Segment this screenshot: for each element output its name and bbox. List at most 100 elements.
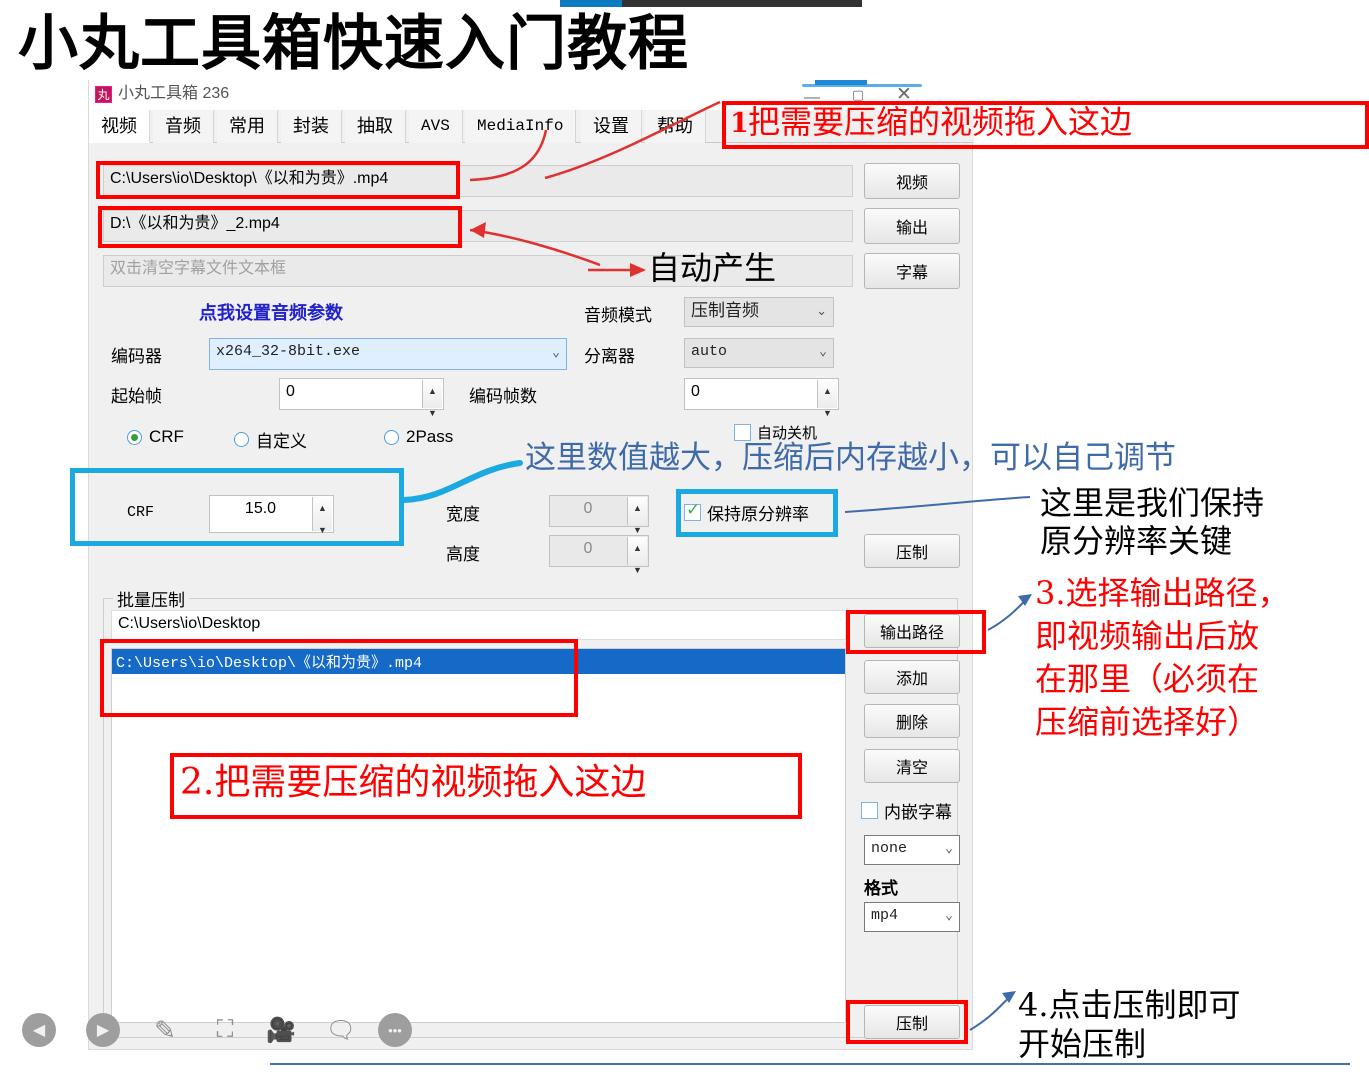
clear-button[interactable]: 清空	[864, 749, 960, 783]
embed-subtitle-checkbox[interactable]: 内嵌字幕	[861, 798, 952, 823]
radio-2pass-label: 2Pass	[406, 427, 454, 446]
top-dark-strip	[622, 0, 862, 7]
app-logo-icon: 丸	[95, 86, 112, 103]
batch-folder-input[interactable]: C:\Users\io\Desktop	[111, 610, 846, 640]
width-spin-buttons[interactable]: ▲ ▼	[627, 497, 647, 535]
format-select[interactable]: mp4 ⌄	[864, 902, 960, 932]
tab-视频[interactable]: 视频	[89, 110, 150, 143]
video-browse-button[interactable]: 视频	[864, 163, 960, 199]
audio-mode-label: 音频模式	[584, 306, 652, 325]
subtitle-track-value: none	[871, 840, 908, 857]
encoder-value: x264_32-8bit.exe	[216, 343, 361, 360]
radio-custom[interactable]: 自定义	[234, 427, 307, 452]
radio-custom-label: 自定义	[256, 432, 307, 451]
window-title: 小丸工具箱 236	[118, 85, 230, 102]
subtitle-browse-button[interactable]: 字幕	[864, 253, 960, 289]
encoder-label: 编码器	[111, 347, 162, 366]
audio-mode-select[interactable]: 压制音频 ⌄	[684, 297, 834, 327]
annotation-keep-res-line1: 这里是我们保持	[1040, 484, 1265, 522]
tab-mediainfo[interactable]: MediaInfo	[465, 110, 577, 143]
subtitle-track-select[interactable]: none ⌄	[864, 835, 960, 865]
spotlight-icon[interactable]: ⛶	[206, 1013, 244, 1047]
highlight-crf	[70, 468, 404, 546]
chevron-down-icon: ⌄	[945, 907, 953, 923]
slide-toolbar: ◀ ▶ ✎ ⛶ 🎥 🗨 •••	[10, 1005, 430, 1055]
annotation-auto-generate: 自动产生	[648, 249, 777, 287]
chevron-down-icon: ⌄	[816, 302, 827, 318]
chevron-down-icon: ⌄	[552, 344, 560, 360]
width-label: 宽度	[446, 505, 480, 524]
next-slide-icon[interactable]: ▶	[86, 1013, 120, 1047]
highlight-batch-list	[100, 639, 578, 717]
annotation-step4-line1: 4.点击压制即可	[1018, 986, 1241, 1024]
frame-count-value: 0	[691, 383, 700, 400]
demuxer-value: auto	[691, 343, 728, 360]
tab-抽取[interactable]: 抽取	[345, 110, 406, 143]
encoder-select[interactable]: x264_32-8bit.exe ⌄	[209, 338, 567, 370]
height-value: 0	[583, 540, 593, 557]
arrowhead-step3	[1018, 594, 1032, 606]
bottom-divider	[270, 1063, 1350, 1065]
demuxer-label: 分离器	[584, 347, 635, 366]
comment-icon[interactable]: 🗨	[322, 1013, 360, 1047]
embed-subtitle-label: 内嵌字幕	[884, 803, 952, 822]
width-value: 0	[583, 500, 593, 517]
frame-count-spin-buttons[interactable]: ▲ ▼	[817, 380, 837, 418]
tab-设置[interactable]: 设置	[581, 110, 642, 143]
format-value: mp4	[871, 907, 899, 924]
chevron-down-icon: ⌄	[945, 840, 953, 856]
demuxer-select[interactable]: auto ⌄	[684, 338, 834, 368]
batch-group-label: 批量压制	[113, 586, 189, 611]
annotation-step1-number: 1	[730, 108, 749, 139]
radio-crf-dot	[127, 429, 142, 445]
annotation-step3-line3: 在那里（必须在	[1035, 660, 1260, 698]
tab-音频[interactable]: 音频	[153, 110, 214, 143]
highlight-video-path	[96, 161, 460, 199]
highlight-keep-resolution	[676, 489, 838, 537]
more-icon[interactable]: •••	[378, 1013, 412, 1047]
annotation-step2: 2.把需要压缩的视频拖入这边	[180, 762, 647, 803]
height-stepper[interactable]: 0 ▲ ▼	[549, 535, 649, 575]
annotation-step3-line2: 即视频输出后放	[1035, 617, 1260, 655]
highlight-output-path	[98, 206, 462, 248]
radio-crf[interactable]: CRF	[127, 427, 184, 447]
tab-帮助[interactable]: 帮助	[645, 110, 706, 143]
radio-crf-label: CRF	[149, 427, 184, 446]
pen-icon[interactable]: ✎	[146, 1013, 184, 1047]
annotation-step3-line1: 3.选择输出路径，	[1035, 574, 1290, 612]
start-frame-spin-buttons[interactable]: ▲ ▼	[422, 380, 442, 418]
add-button[interactable]: 添加	[864, 660, 960, 694]
height-spin-buttons[interactable]: ▲ ▼	[627, 537, 647, 575]
chevron-down-icon: ⌄	[819, 343, 827, 359]
highlight-compress-button	[846, 1000, 968, 1044]
highlight-output-path-button	[846, 610, 986, 654]
tab-avs[interactable]: AVS	[409, 110, 463, 143]
embed-subtitle-box	[861, 802, 878, 819]
radio-2pass[interactable]: 2Pass	[384, 427, 453, 447]
camera-icon[interactable]: 🎥	[262, 1013, 300, 1047]
start-frame-value: 0	[286, 383, 295, 400]
annotation-step4-line2: 开始压制	[1018, 1025, 1147, 1063]
annotation-step3-line4: 压缩前选择好）	[1035, 703, 1260, 741]
top-accent-strip	[560, 0, 622, 7]
width-stepper[interactable]: 0 ▲ ▼	[549, 495, 649, 535]
output-browse-button[interactable]: 输出	[864, 208, 960, 244]
audio-params-link[interactable]: 点我设置音频参数	[199, 299, 343, 325]
frame-count-label: 编码帧数	[469, 387, 537, 406]
audio-mode-value: 压制音频	[691, 301, 759, 320]
tab-封装[interactable]: 封装	[281, 110, 342, 143]
compress-button-main[interactable]: 压制	[864, 534, 960, 568]
prev-slide-icon[interactable]: ◀	[22, 1013, 56, 1047]
format-label: 格式	[864, 879, 898, 898]
frame-count-stepper[interactable]: 0 ▲ ▼	[684, 378, 839, 418]
annotation-keep-res-line2: 原分辨率关键	[1040, 522, 1233, 560]
start-frame-stepper[interactable]: 0 ▲ ▼	[279, 378, 444, 418]
radio-2pass-dot	[384, 429, 399, 445]
page-title: 小丸工具箱快速入门教程	[18, 10, 689, 77]
radio-custom-dot	[234, 432, 249, 447]
start-frame-label: 起始帧	[111, 387, 162, 406]
height-label: 高度	[446, 545, 480, 564]
delete-button[interactable]: 删除	[864, 704, 960, 738]
annotation-step1: 把需要压缩的视频拖入这边	[748, 103, 1133, 141]
tab-常用[interactable]: 常用	[217, 110, 278, 143]
